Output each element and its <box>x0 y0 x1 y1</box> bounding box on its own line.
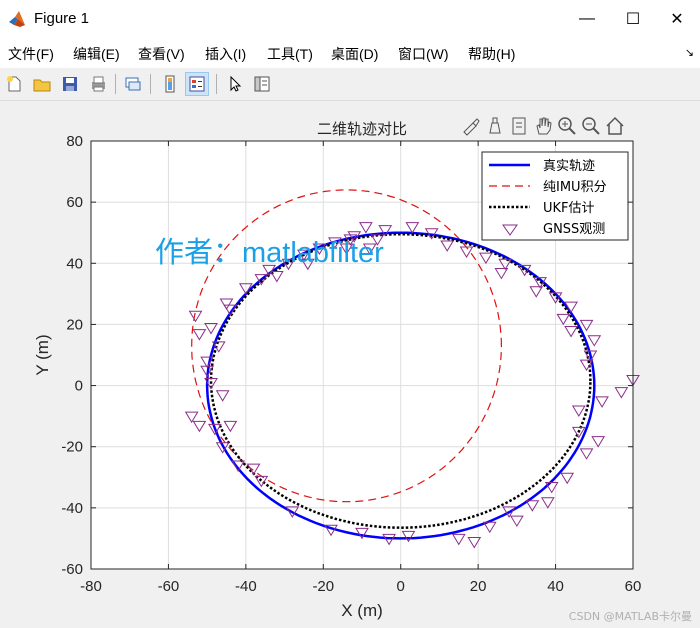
trajectory-plot[interactable]: -80 -60 -40 -20 0 20 40 60-60-40-20020406080 二维… <box>0 101 700 628</box>
y-tick-label: -40 <box>61 500 83 517</box>
figure-canvas: -80 -60 -40 -20 0 20 40 60 -60 -40 -20 0 20 40 60 80 二维… <box>0 101 700 628</box>
pointer-icon[interactable] <box>223 72 247 96</box>
menu-tools[interactable]: 工具(T) <box>267 44 313 64</box>
zoom-out-icon[interactable] <box>580 115 602 137</box>
datatip-icon[interactable] <box>484 115 506 137</box>
menu-view[interactable]: 查看(V) <box>138 44 185 64</box>
brush-icon[interactable] <box>460 115 482 137</box>
legend-entry-imu: 纯IMU积分 <box>543 180 607 195</box>
print-icon[interactable] <box>86 72 110 96</box>
chart-title: 二维轨迹对比 <box>317 120 407 138</box>
x-tick-label: 20 <box>470 578 487 595</box>
colorbar-icon[interactable] <box>158 72 182 96</box>
legend[interactable]: 真实轨迹 纯IMU积分 UKF估计 GNSS观测 <box>481 151 629 241</box>
y-tick-label: 0 <box>75 378 83 395</box>
zoom-in-icon[interactable] <box>556 115 578 137</box>
minimize-button[interactable]: — <box>564 0 610 38</box>
y-tick-label: 20 <box>66 316 83 333</box>
maximize-button[interactable]: ☐ <box>610 0 656 38</box>
x-axis-label: X (m) <box>341 601 383 620</box>
open-folder-icon[interactable] <box>30 72 54 96</box>
title-bar: Figure 1 — ☐ ✕ <box>0 0 700 38</box>
save-icon[interactable] <box>58 72 82 96</box>
author-overlay-text: 作者：matlabfilter <box>155 236 384 269</box>
legend-entry-truth: 真实轨迹 <box>543 159 595 174</box>
y-tick-label: -60 <box>61 561 83 578</box>
menu-window[interactable]: 窗口(W) <box>398 44 449 64</box>
y-tick-label: 80 <box>66 133 83 150</box>
link-icon[interactable] <box>121 72 145 96</box>
window-title: Figure 1 <box>34 10 90 27</box>
maximize-icon: ☐ <box>625 11 641 28</box>
menu-help[interactable]: 帮助(H) <box>468 44 515 64</box>
legend-entry-gnss: GNSS观测 <box>543 222 605 237</box>
menu-bar: 文件(F) 编辑(E) 查看(V) 插入(I) 工具(T) 桌面(D) 窗口(W… <box>0 38 700 68</box>
minimize-icon: — <box>579 10 595 27</box>
legend-icon[interactable] <box>185 72 209 96</box>
home-icon[interactable] <box>604 115 626 137</box>
close-icon: ✕ <box>670 11 684 28</box>
x-tick-label: 60 <box>625 578 642 595</box>
figure-toolbar <box>0 68 700 101</box>
y-tick-label: 40 <box>66 255 83 272</box>
legend-entry-ukf: UKF估计 <box>543 201 595 216</box>
menu-edit[interactable]: 编辑(E) <box>73 44 120 64</box>
menu-desktop[interactable]: 桌面(D) <box>331 44 378 64</box>
matlab-logo-icon <box>9 11 25 27</box>
x-tick-label: -40 <box>235 578 257 595</box>
close-button[interactable]: ✕ <box>654 0 700 38</box>
x-tick-label: -80 <box>80 578 102 595</box>
dock-arrow-icon[interactable]: ↘ <box>685 46 694 59</box>
x-tick-label: 0 <box>397 578 405 595</box>
y-tick-label: -20 <box>61 439 83 456</box>
y-tick-label: 60 <box>66 194 83 211</box>
y-axis-label: Y (m) <box>33 334 52 375</box>
pan-icon[interactable] <box>532 115 554 137</box>
x-tick-label: -20 <box>312 578 334 595</box>
menu-file[interactable]: 文件(F) <box>8 44 54 64</box>
x-tick-label: 40 <box>547 578 564 595</box>
new-figure-icon[interactable] <box>2 72 26 96</box>
menu-insert[interactable]: 插入(I) <box>205 44 246 64</box>
restore-icon[interactable] <box>508 115 530 137</box>
x-tick-label: -60 <box>158 578 180 595</box>
csdn-watermark: CSDN @MATLAB卡尔曼 <box>569 610 692 623</box>
property-inspector-icon[interactable] <box>250 72 274 96</box>
